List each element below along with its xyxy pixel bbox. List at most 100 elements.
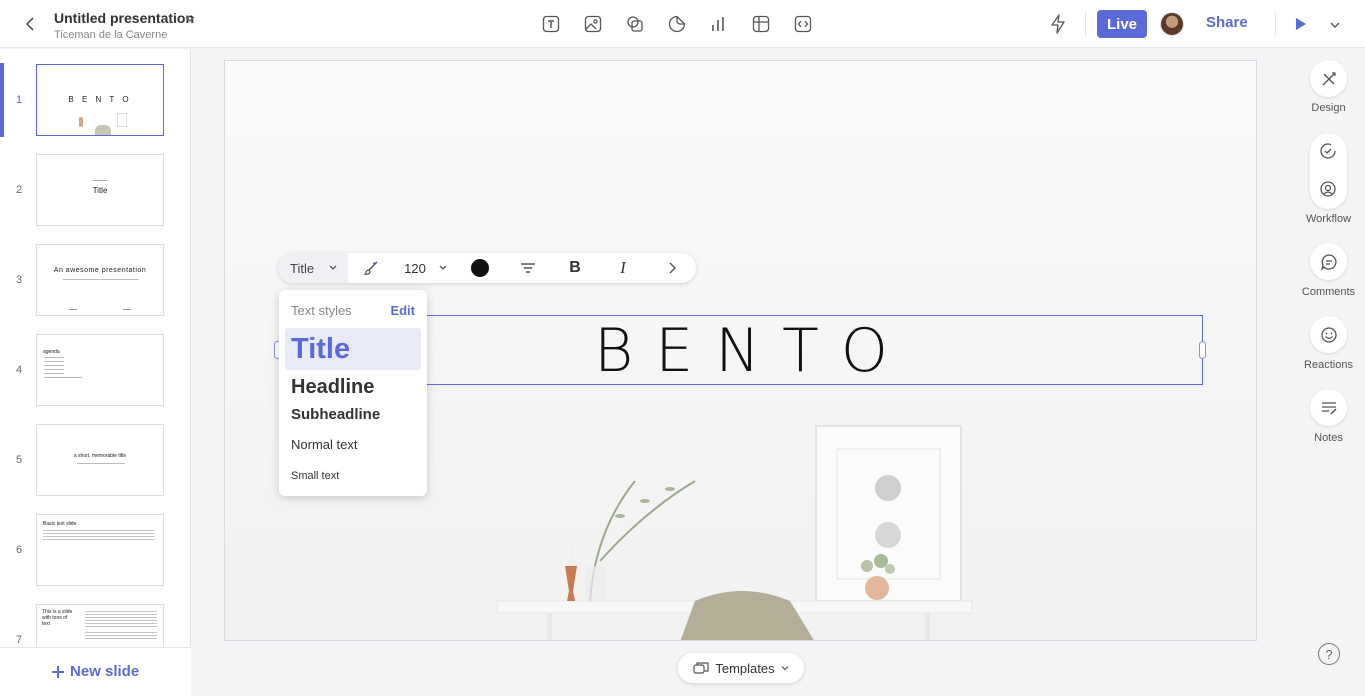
chart-icon[interactable]: [708, 13, 730, 35]
slide-number: 3: [15, 274, 23, 286]
chevron-down-icon[interactable]: [184, 12, 196, 24]
bold-button[interactable]: B: [565, 253, 585, 283]
slide-preview[interactable]: Title: [36, 154, 164, 226]
templates-label: Templates: [715, 660, 775, 676]
design-icon: [1322, 71, 1336, 85]
slide-preview[interactable]: Basic text slide: [36, 514, 164, 586]
style-option-small[interactable]: Small text: [285, 464, 421, 488]
divider: [1085, 12, 1086, 36]
slide-thumbnail-5[interactable]: 5 a short, memorable title: [0, 424, 190, 498]
comments-label: Comments: [1301, 286, 1356, 298]
thumb-title: agenda: [43, 349, 60, 355]
slide-thumbnail-4[interactable]: 4 agenda: [0, 334, 190, 408]
user-circle-icon[interactable]: [1319, 180, 1337, 203]
thumb-decoration: [117, 113, 127, 127]
chevron-down-icon: [329, 265, 337, 270]
style-option-subheadline[interactable]: Subheadline: [285, 402, 421, 428]
thumb-decoration: [69, 309, 77, 310]
style-option-headline[interactable]: Headline: [285, 372, 421, 402]
thumb-decoration: [85, 611, 157, 612]
share-button[interactable]: Share: [1206, 14, 1248, 31]
shapes-icon[interactable]: [624, 13, 646, 35]
thumb-decoration: [44, 357, 64, 358]
sticker-icon[interactable]: [666, 13, 688, 35]
plus-icon: [52, 665, 64, 678]
templates-button[interactable]: Templates: [678, 653, 804, 683]
lightning-icon[interactable]: [1047, 13, 1069, 35]
menu-header: Text styles: [291, 303, 352, 318]
resize-handle-right[interactable]: [1199, 341, 1206, 359]
workflow-group: [1310, 133, 1347, 209]
text-style-label: Title: [290, 261, 315, 276]
text-icon[interactable]: [540, 13, 562, 35]
chevron-down-icon[interactable]: [436, 253, 450, 283]
reactions-button[interactable]: [1310, 316, 1347, 353]
image-icon[interactable]: [582, 13, 604, 35]
slide-thumbnail-1[interactable]: 1 B E N T O: [0, 63, 190, 138]
embed-icon[interactable]: [792, 13, 814, 35]
design-button[interactable]: [1310, 60, 1347, 97]
text-color-swatch[interactable]: [470, 253, 490, 283]
templates-icon: [693, 662, 709, 674]
thumb-title: B E N T O: [68, 95, 132, 104]
thumb-decoration: [63, 279, 139, 280]
comment-icon: [1320, 253, 1337, 271]
slide-panel: 1 B E N T O 2 Title 3 An awesome present…: [0, 49, 191, 696]
play-icon[interactable]: [1292, 14, 1310, 34]
presentation-title[interactable]: Untitled presentation: [54, 10, 194, 26]
new-slide-label: New slide: [70, 663, 140, 680]
thumb-title: This is a slide with tons of text: [42, 609, 73, 627]
smiley-icon: [1320, 326, 1337, 343]
notes-label: Notes: [1314, 432, 1343, 444]
text-styles-menu: Text styles Edit Title Headline Subheadl…: [279, 290, 427, 496]
slide-preview[interactable]: agenda: [36, 334, 164, 406]
thumb-decoration: [93, 180, 107, 181]
slide-preview[interactable]: a short, memorable title: [36, 424, 164, 496]
edit-styles-link[interactable]: Edit: [390, 303, 415, 318]
chevron-down-icon: [781, 666, 789, 671]
thumb-decoration: [77, 463, 125, 464]
right-panel: Design Workflow Comments Reactions Notes: [1290, 49, 1365, 696]
slide-number: 5: [15, 454, 23, 466]
font-size-value[interactable]: 120: [398, 253, 432, 283]
check-circle-icon[interactable]: [1319, 142, 1337, 165]
slide-thumbnail-6[interactable]: 6 Basic text slide: [0, 514, 190, 588]
top-bar: Untitled presentation Ticeman de la Cave…: [0, 0, 1365, 48]
align-icon[interactable]: [518, 253, 538, 283]
slide-preview[interactable]: B E N T O: [36, 64, 164, 136]
italic-button[interactable]: I: [613, 253, 633, 283]
slide-number: 7: [15, 634, 23, 646]
slide-thumbnail-3[interactable]: 3 An awesome presentation: [0, 244, 190, 318]
thumb-decoration: [44, 377, 82, 378]
style-option-normal[interactable]: Normal text: [285, 432, 421, 458]
new-slide-bar: New slide: [0, 647, 191, 696]
thumb-decoration: [43, 530, 155, 531]
insert-toolbar: [540, 13, 814, 35]
style-option-title[interactable]: Title: [285, 328, 421, 370]
thumb-title: Title: [92, 186, 108, 195]
table-icon[interactable]: [750, 13, 772, 35]
workflow-label: Workflow: [1305, 213, 1352, 225]
thumb-decoration: [123, 309, 131, 310]
slide-number: 4: [15, 364, 23, 376]
thumb-title: An awesome presentation: [53, 267, 147, 274]
owner-name: Ticeman de la Caverne: [54, 29, 168, 41]
slide-number: 6: [15, 544, 23, 556]
avatar[interactable]: [1160, 12, 1184, 36]
chevron-down-icon[interactable]: [1329, 18, 1341, 30]
thumb-title: Basic text slide: [43, 521, 77, 527]
slide-thumbnail-2[interactable]: 2 Title: [0, 154, 190, 228]
back-button[interactable]: [20, 14, 40, 34]
notes-button[interactable]: [1310, 389, 1347, 426]
help-button[interactable]: ?: [1318, 643, 1340, 665]
chevron-right-icon[interactable]: [662, 253, 682, 283]
design-label: Design: [1311, 102, 1346, 114]
thumb-decoration: [95, 125, 111, 135]
paint-brush-icon[interactable]: [360, 253, 382, 283]
comments-button[interactable]: [1310, 243, 1347, 280]
text-style-dropdown[interactable]: Title: [278, 253, 348, 283]
text-format-toolbar: Title 120 B I: [278, 253, 696, 283]
live-button[interactable]: Live: [1097, 10, 1147, 38]
new-slide-button[interactable]: New slide: [52, 663, 139, 680]
slide-preview[interactable]: An awesome presentation: [36, 244, 164, 316]
